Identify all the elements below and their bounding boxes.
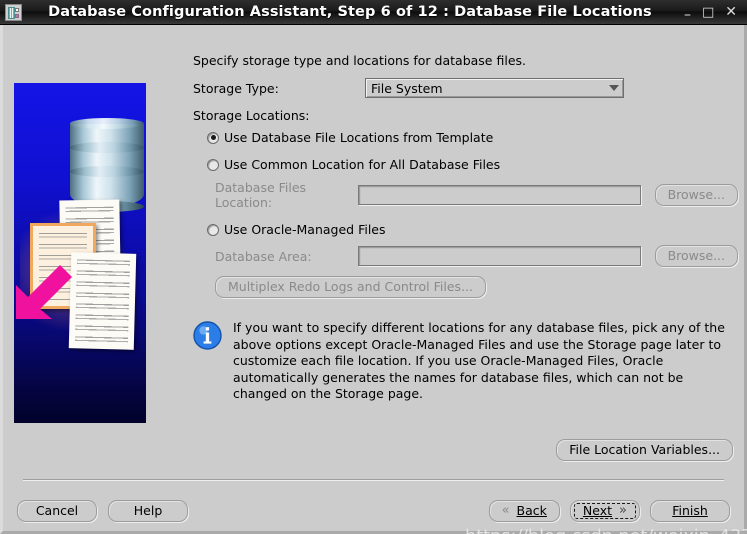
footer-divider <box>23 479 724 481</box>
magenta-arrow-icon <box>14 259 76 321</box>
database-area-input[interactable] <box>358 246 641 266</box>
page-lines <box>74 259 131 344</box>
storage-type-select[interactable]: File System <box>365 78 624 98</box>
browse-database-files-location-button[interactable]: Browse... <box>654 184 738 206</box>
radio-indicator[interactable] <box>207 131 219 144</box>
finish-button[interactable]: Finish <box>650 500 730 522</box>
browse-database-area-button[interactable]: Browse... <box>654 245 738 267</box>
radio-label: Use Database File Locations from Templat… <box>224 130 494 145</box>
radio-use-common-location[interactable]: Use Common Location for All Database Fil… <box>207 157 738 172</box>
document-page-3 <box>68 252 137 350</box>
storage-locations-label: Storage Locations: <box>193 108 310 123</box>
window-titlebar: Database Configuration Assistant, Step 6… <box>0 0 747 25</box>
back-label: Back <box>516 503 547 518</box>
next-button[interactable]: Next » <box>569 500 640 522</box>
database-area-row: Database Area: Browse... <box>215 245 738 267</box>
app-icon-strip <box>8 6 15 19</box>
database-files-illustration <box>14 83 146 423</box>
info-icon <box>193 321 222 350</box>
info-message: If you want to specify different locatio… <box>193 320 738 403</box>
cylinder-top <box>70 118 144 129</box>
chevron-right-icon: » <box>619 503 627 518</box>
chevron-down-icon <box>609 85 619 91</box>
minimize-icon[interactable]: – <box>684 8 691 22</box>
footer-right-buttons: « Back Next » Finish <box>488 500 730 522</box>
maximize-icon[interactable]: □ <box>702 6 714 19</box>
storage-type-value: File System <box>371 80 443 96</box>
storage-type-label: Storage Type: <box>193 80 279 96</box>
database-files-location-label: Database Files Location: <box>215 180 307 210</box>
cancel-button[interactable]: Cancel <box>17 500 97 522</box>
database-files-location-input[interactable] <box>358 185 641 205</box>
database-area-label: Database Area: <box>215 248 312 264</box>
radio-indicator[interactable] <box>207 223 219 236</box>
radio-label: Use Common Location for All Database Fil… <box>224 157 501 172</box>
info-message-text: If you want to specify different locatio… <box>233 320 725 401</box>
footer-button-bar: Cancel Help « Back Next » Finish <box>3 491 744 531</box>
database-files-location-row: Database Files Location: Browse... <box>215 180 738 210</box>
multiplex-redo-logs-button[interactable]: Multiplex Redo Logs and Control Files... <box>215 276 486 298</box>
radio-indicator[interactable] <box>207 158 219 171</box>
window-controls: – □ ✕ <box>678 5 747 22</box>
window-title: Database Configuration Assistant, Step 6… <box>48 4 652 20</box>
radio-use-template[interactable]: Use Database File Locations from Templat… <box>207 130 738 145</box>
dbca-window: Database Configuration Assistant, Step 6… <box>0 0 747 534</box>
next-label: Next <box>582 503 613 518</box>
multiplex-button-wrap: Multiplex Redo Logs and Control Files... <box>215 276 738 298</box>
footer-left-buttons: Cancel Help <box>17 500 188 522</box>
main-content: Specify storage type and locations for d… <box>193 53 738 403</box>
file-location-variables-wrap: File Location Variables... <box>556 439 733 461</box>
chevron-left-icon: « <box>501 503 510 518</box>
radio-use-oracle-managed-files[interactable]: Use Oracle-Managed Files <box>207 222 738 237</box>
back-button[interactable]: « Back <box>488 500 560 522</box>
cylinder-ring-3 <box>70 166 144 177</box>
close-icon[interactable]: ✕ <box>725 5 737 19</box>
app-icon-square-white <box>15 7 19 12</box>
cylinder-ring-2 <box>70 142 144 153</box>
radio-label: Use Oracle-Managed Files <box>224 222 386 237</box>
window-body: Specify storage type and locations for d… <box>0 25 747 534</box>
database-app-icon <box>5 3 22 21</box>
finish-label: Finish <box>672 503 708 518</box>
file-location-variables-button[interactable]: File Location Variables... <box>556 439 733 461</box>
page-intro-text: Specify storage type and locations for d… <box>193 53 526 68</box>
app-icon-square-pink <box>15 13 19 18</box>
storage-type-row: Storage Type: File System <box>193 78 738 98</box>
help-button[interactable]: Help <box>108 500 188 522</box>
